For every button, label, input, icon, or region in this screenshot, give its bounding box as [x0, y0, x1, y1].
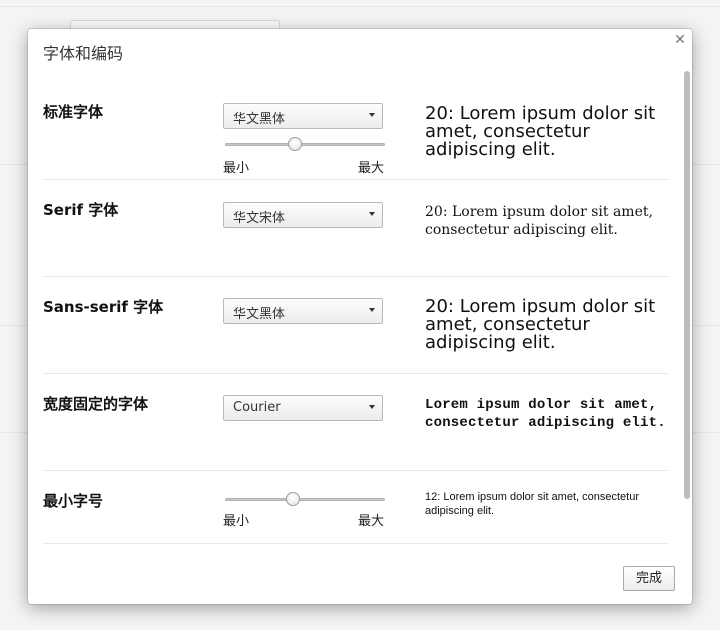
serif-font-label: Serif 字体	[43, 201, 119, 219]
slider-track	[225, 498, 385, 501]
fonts-and-encoding-dialog: 字体和编码 ✕ 标准字体 华文黑体 最小 最大 20: Lorem ipsum …	[28, 29, 692, 604]
fixed-width-font-value: Courier	[233, 400, 281, 415]
sans-serif-font-label: Sans-serif 字体	[43, 298, 164, 316]
done-button[interactable]: 完成	[623, 566, 675, 591]
chevron-down-icon	[369, 113, 375, 117]
fixed-width-font-row: 宽度固定的字体 Courier Lorem ipsum dolor sit am…	[43, 373, 668, 471]
minimum-font-size-label: 最小字号	[43, 492, 104, 510]
standard-font-preview: 20: Lorem ipsum dolor sit amet, consecte…	[425, 103, 656, 160]
slider-max-label: 最大	[358, 161, 385, 176]
standard-font-label: 标准字体	[43, 103, 104, 121]
fixed-width-font-label: 宽度固定的字体	[43, 395, 149, 413]
close-icon[interactable]: ✕	[673, 33, 687, 47]
background-divider	[0, 6, 720, 7]
minimum-font-size-preview: 12: Lorem ipsum dolor sit amet, consecte…	[425, 491, 639, 517]
serif-font-value: 华文宋体	[233, 211, 286, 226]
serif-font-preview: 20: Lorem ipsum dolor sit amet, consecte…	[425, 204, 653, 238]
sans-serif-font-row: Sans-serif 字体 华文黑体 20: Lorem ipsum dolor…	[43, 276, 668, 374]
standard-font-value: 华文黑体	[233, 112, 286, 127]
serif-font-row: Serif 字体 华文宋体 20: Lorem ipsum dolor sit …	[43, 179, 668, 277]
slider-min-label: 最小	[223, 514, 250, 529]
fixed-width-font-preview: Lorem ipsum dolor sit amet, consectetur …	[425, 397, 666, 431]
slider-track	[225, 143, 385, 146]
scrollbar-thumb[interactable]	[684, 71, 690, 499]
vertical-scrollbar[interactable]	[683, 71, 691, 531]
sans-serif-font-value: 华文黑体	[233, 307, 286, 322]
standard-font-row: 标准字体 华文黑体 最小 最大 20: Lorem ipsum dolor si…	[43, 81, 668, 180]
fixed-width-font-select[interactable]: Courier	[223, 395, 383, 421]
minimum-font-size-row: 最小字号 最小 最大 12: Lorem ipsum dolor sit ame…	[43, 470, 668, 544]
slider-max-label: 最大	[358, 514, 385, 529]
serif-font-select[interactable]: 华文宋体	[223, 202, 383, 228]
settings-scroll-area[interactable]: 标准字体 华文黑体 最小 最大 20: Lorem ipsum dolor si…	[28, 69, 692, 549]
chevron-down-icon	[369, 308, 375, 312]
slider-min-label: 最小	[223, 161, 250, 176]
slider-thumb[interactable]	[288, 137, 302, 151]
chevron-down-icon	[369, 212, 375, 216]
minimum-font-size-slider[interactable]	[225, 491, 385, 509]
slider-thumb[interactable]	[286, 492, 300, 506]
chevron-down-icon	[369, 405, 375, 409]
standard-font-select[interactable]: 华文黑体	[223, 103, 383, 129]
sans-serif-font-preview: 20: Lorem ipsum dolor sit amet, consecte…	[425, 296, 656, 353]
dialog-title: 字体和编码	[43, 44, 124, 63]
sans-serif-font-select[interactable]: 华文黑体	[223, 298, 383, 324]
standard-font-size-slider[interactable]	[225, 136, 385, 154]
